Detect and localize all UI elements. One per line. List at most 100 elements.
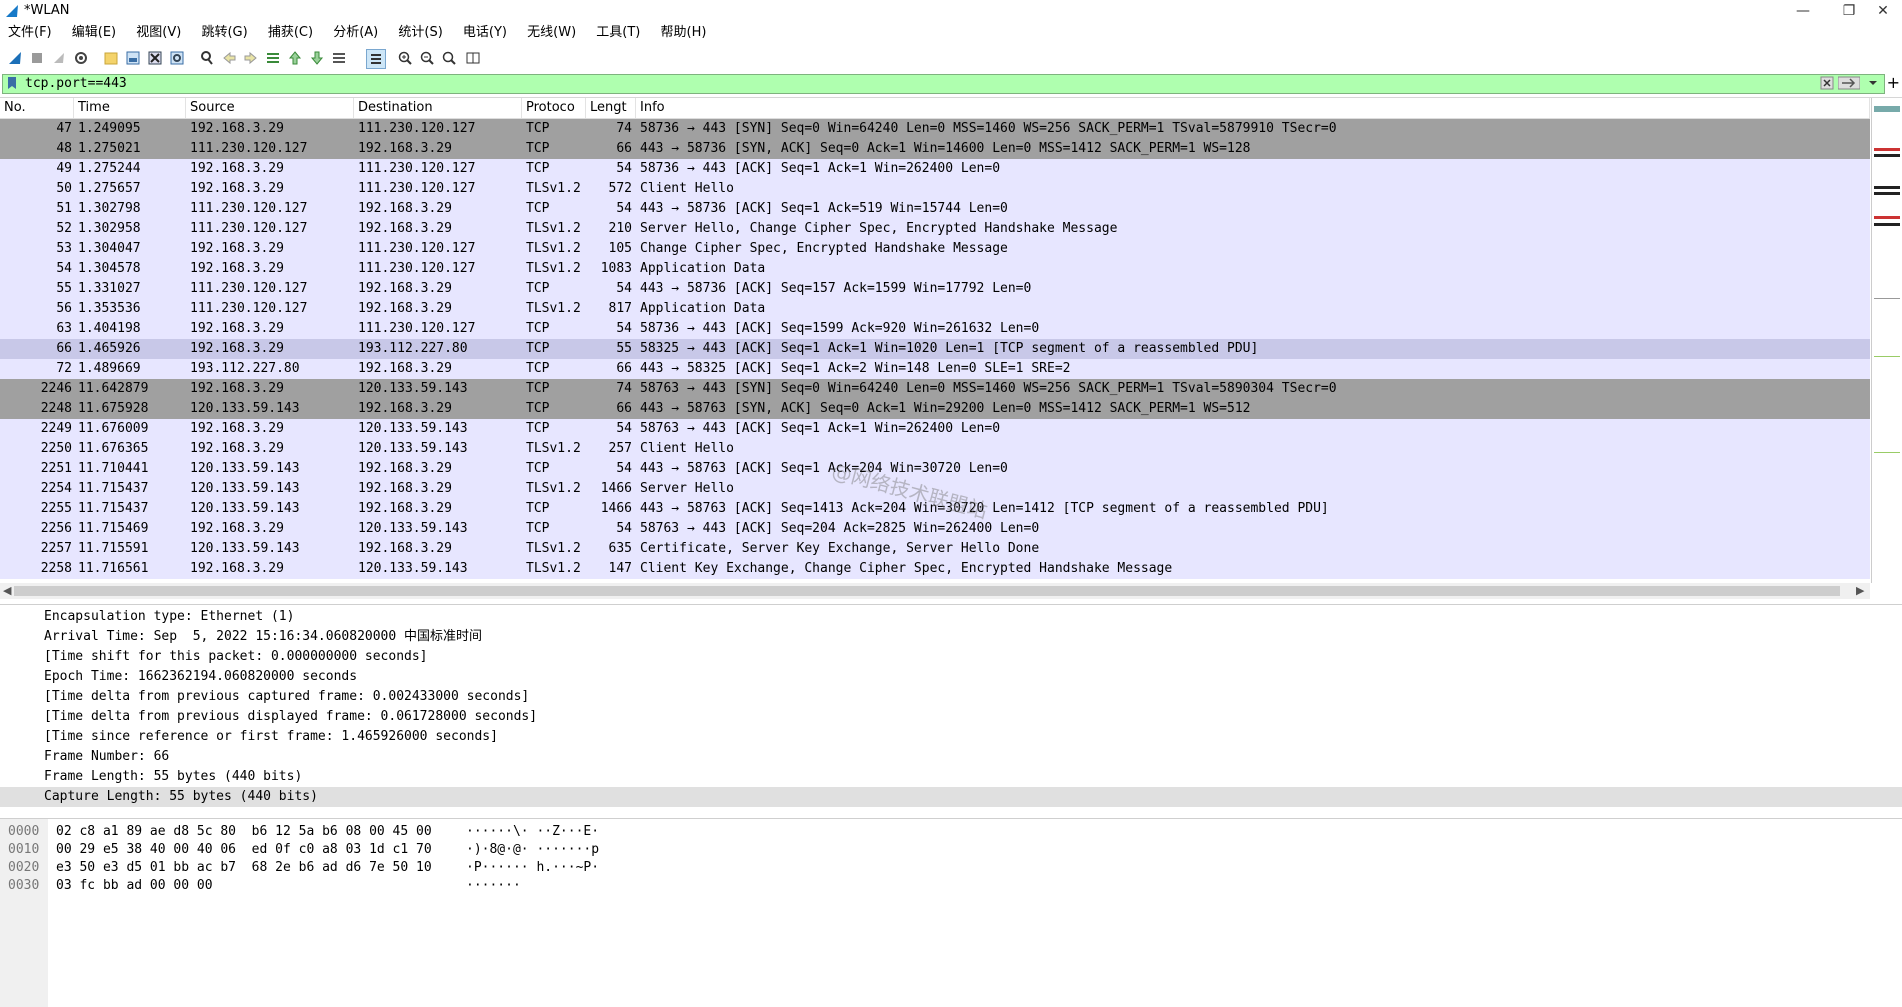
column-length[interactable]: Lengt [586,98,636,118]
detail-line[interactable]: Arrival Time: Sep 5, 2022 15:16:34.06082… [0,627,1902,647]
zoom-out-icon[interactable] [418,49,436,67]
colorize-icon[interactable] [366,49,386,69]
scroll-left-icon[interactable]: ◀ [3,583,11,599]
byte-ascii[interactable]: ·)·8@·@· ·······p [466,841,599,859]
autoscroll-icon[interactable] [330,49,348,67]
byte-ascii[interactable]: ······\· ··Z···E· [466,823,599,841]
packet-row[interactable]: 52 1.302958 111.230.120.127 192.168.3.29 TLS… [0,219,1870,239]
column-protocol[interactable]: Protoco [522,98,586,118]
open-file-icon[interactable] [102,49,120,67]
scrollbar-thumb[interactable] [14,586,1840,596]
close-file-icon[interactable] [146,49,164,67]
packet-row[interactable]: 2249 11.676009 192.168.3.29 120.133.59.143 T… [0,419,1870,439]
column-source[interactable]: Source [186,98,354,118]
byte-hex[interactable]: 00 29 e5 38 40 00 40 06 ed 0f c0 a8 03 1… [56,841,432,859]
add-filter-button[interactable]: + [1887,73,1900,92]
menu-capture[interactable]: 捕获(C) [260,23,321,43]
menu-file[interactable]: 文件(F) [0,23,60,43]
menu-telephony[interactable]: 电话(Y) [455,23,515,43]
clear-filter-icon[interactable] [1820,76,1834,90]
resize-columns-icon[interactable] [464,49,482,67]
cell-length: 55 [616,341,632,356]
filter-text[interactable]: tcp.port==443 [25,76,127,91]
zoom-in-icon[interactable] [396,49,414,67]
packet-row[interactable]: 2246 11.642879 192.168.3.29 120.133.59.143 T… [0,379,1870,399]
detail-line[interactable]: [Time delta from previous captured frame… [0,687,1902,707]
stop-capture-icon[interactable] [28,49,46,67]
wireshark-fin-icon [6,5,18,17]
cell-source: 120.133.59.143 [190,481,300,496]
cell-destination: 120.133.59.143 [358,421,468,436]
detail-line[interactable]: [Time since reference or first frame: 1.… [0,727,1902,747]
menu-help[interactable]: 帮助(H) [653,23,715,43]
column-no[interactable]: No. [0,98,74,118]
packet-row[interactable]: 50 1.275657 192.168.3.29 111.230.120.127 TLS… [0,179,1870,199]
menu-statistics[interactable]: 统计(S) [390,23,450,43]
packet-row[interactable]: 55 1.331027 111.230.120.127 192.168.3.29 TCP… [0,279,1870,299]
packet-list-hscrollbar[interactable]: ◀ ▶ [0,583,1870,599]
zoom-normal-icon[interactable] [440,49,458,67]
menu-analyze[interactable]: 分析(A) [325,23,386,43]
byte-hex[interactable]: e3 50 e3 d5 01 bb ac b7 68 2e b6 ad d6 7… [56,859,432,877]
packet-row[interactable]: 47 1.249095 192.168.3.29 111.230.120.127 TCP… [0,119,1870,139]
byte-ascii[interactable]: ······· [466,877,521,895]
close-button[interactable]: ✕ [1860,0,1902,22]
packet-row[interactable]: 48 1.275021 111.230.120.127 192.168.3.29 TCP… [0,139,1870,159]
byte-hex[interactable]: 02 c8 a1 89 ae d8 5c 80 b6 12 5a b6 08 0… [56,823,432,841]
menu-view[interactable]: 视图(V) [128,23,189,43]
packet-row[interactable]: 54 1.304578 192.168.3.29 111.230.120.127 TLS… [0,259,1870,279]
packet-row[interactable]: 63 1.404198 192.168.3.29 111.230.120.127 TCP… [0,319,1870,339]
detail-line[interactable]: Encapsulation type: Ethernet (1) [0,607,1902,627]
byte-ascii[interactable]: ·P······ h.···~P· [466,859,599,877]
start-capture-icon[interactable] [6,49,24,67]
capture-options-icon[interactable] [72,49,90,67]
detail-line[interactable]: [Time delta from previous displayed fram… [0,707,1902,727]
detail-line[interactable]: Frame Number: 66 [0,747,1902,767]
display-filter-input[interactable]: tcp.port==443 [2,74,1885,94]
scroll-right-icon[interactable]: ▶ [1856,583,1864,599]
packet-row[interactable]: 72 1.489669 193.112.227.80 192.168.3.29 TCP 6… [0,359,1870,379]
packet-row[interactable]: 2256 11.715469 192.168.3.29 120.133.59.143 T… [0,519,1870,539]
packet-row[interactable]: 56 1.353536 111.230.120.127 192.168.3.29 TLS… [0,299,1870,319]
packet-list-header: No. Time Source Destination Protoco Leng… [0,98,1870,119]
restart-capture-icon[interactable] [50,49,68,67]
packet-row[interactable]: 49 1.275244 192.168.3.29 111.230.120.127 TCP… [0,159,1870,179]
apply-filter-icon[interactable] [1838,76,1860,90]
byte-hex[interactable]: 03 fc bb ad 00 00 00 [56,877,213,895]
packet-row-selected[interactable]: 66 1.465926 192.168.3.29 193.112.227.80 TCP 5… [0,339,1870,359]
packet-row[interactable]: 53 1.304047 192.168.3.29 111.230.120.127 TLS… [0,239,1870,259]
packet-row[interactable]: 51 1.302798 111.230.120.127 192.168.3.29 TCP… [0,199,1870,219]
cell-protocol: TLSv1.2 [526,241,581,256]
column-info[interactable]: Info [636,98,1870,118]
packet-row[interactable]: 2250 11.676365 192.168.3.29 120.133.59.143 T… [0,439,1870,459]
save-file-icon[interactable] [124,49,142,67]
detail-line-selected[interactable]: Capture Length: 55 bytes (440 bits) [0,787,1902,807]
packet-row[interactable]: 2251 11.710441 120.133.59.143 192.168.3.29 T… [0,459,1870,479]
packet-row[interactable]: 2258 11.716561 192.168.3.29 120.133.59.143 T… [0,559,1870,579]
menu-edit[interactable]: 编辑(E) [64,23,124,43]
go-forward-icon[interactable] [242,49,260,67]
find-packet-icon[interactable] [198,49,216,67]
cell-destination: 192.168.3.29 [358,541,452,556]
detail-line[interactable]: Epoch Time: 1662362194.060820000 seconds [0,667,1902,687]
minimize-button[interactable]: — [1780,0,1826,22]
reload-file-icon[interactable] [168,49,186,67]
menu-tools[interactable]: 工具(T) [588,23,648,43]
column-time[interactable]: Time [74,98,186,118]
go-back-icon[interactable] [220,49,238,67]
menu-wireless[interactable]: 无线(W) [519,23,584,43]
packet-row[interactable]: 2248 11.675928 120.133.59.143 192.168.3.29 T… [0,399,1870,419]
menu-go[interactable]: 跳转(G) [193,23,255,43]
packet-minimap[interactable] [1871,98,1902,583]
detail-line[interactable]: Frame Length: 55 bytes (440 bits) [0,767,1902,787]
bookmark-icon[interactable] [5,76,19,90]
go-last-packet-icon[interactable] [308,49,326,67]
detail-line[interactable]: [Time shift for this packet: 0.000000000… [0,647,1902,667]
packet-row[interactable]: 2257 11.715591 120.133.59.143 192.168.3.29 T… [0,539,1870,559]
cell-destination: 111.230.120.127 [358,181,476,196]
filter-history-dropdown-icon[interactable] [1866,76,1880,90]
go-first-packet-icon[interactable] [286,49,304,67]
column-destination[interactable]: Destination [354,98,522,118]
go-to-packet-icon[interactable] [264,49,282,67]
cell-no: 55 [56,281,72,296]
